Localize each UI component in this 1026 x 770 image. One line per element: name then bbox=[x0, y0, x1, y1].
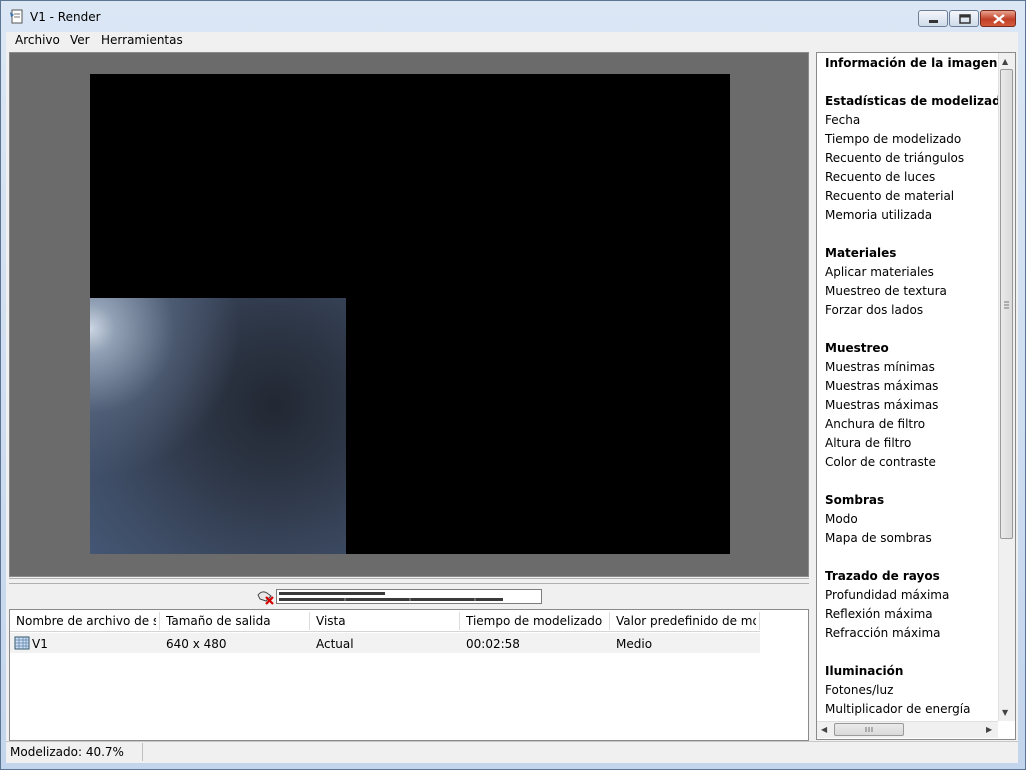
info-item: Reflexión máxima bbox=[825, 607, 933, 621]
minimize-button[interactable] bbox=[918, 10, 948, 27]
column-header-filename[interactable]: Nombre de archivo de s... bbox=[16, 614, 156, 628]
menu-ver[interactable]: Ver bbox=[70, 33, 90, 47]
info-item: Memoria utilizada bbox=[825, 208, 933, 222]
vertical-scroll-thumb[interactable] bbox=[1000, 69, 1013, 539]
info-item: Fecha bbox=[825, 113, 861, 127]
rendered-tile bbox=[90, 298, 346, 554]
cell-view: Actual bbox=[316, 637, 354, 651]
section-header-raytracing: Trazado de rayos bbox=[825, 569, 940, 583]
status-bar bbox=[6, 741, 1018, 763]
info-item: Altura de filtro bbox=[825, 436, 912, 450]
column-divider[interactable] bbox=[459, 612, 460, 630]
info-item: Anchura de filtro bbox=[825, 417, 926, 431]
info-item: Aplicar materiales bbox=[825, 265, 934, 279]
title-bar[interactable] bbox=[0, 0, 1024, 32]
horizontal-scroll-thumb[interactable] bbox=[834, 723, 904, 736]
cell-preset: Medio bbox=[616, 637, 653, 651]
status-text: Modelizado: 40.7% bbox=[10, 745, 124, 759]
info-item: Profundidad máxima bbox=[825, 588, 950, 602]
column-divider[interactable] bbox=[309, 612, 310, 630]
info-item: Color de contraste bbox=[825, 455, 936, 469]
scroll-right-arrow-icon[interactable]: ▶ bbox=[986, 725, 992, 734]
cell-filename: V1 bbox=[32, 637, 48, 651]
menu-archivo[interactable]: Archivo bbox=[15, 33, 60, 47]
info-item: Recuento de luces bbox=[825, 170, 936, 184]
section-header-sampling: Muestreo bbox=[825, 341, 889, 355]
window-title: V1 - Render bbox=[30, 10, 101, 24]
maximize-button[interactable] bbox=[949, 10, 979, 27]
render-app-icon[interactable] bbox=[9, 9, 25, 25]
info-item: Refracción máxima bbox=[825, 626, 941, 640]
scroll-left-arrow-icon[interactable]: ◀ bbox=[821, 725, 827, 734]
section-header-render-stats: Estadísticas de modelizado bbox=[825, 94, 1009, 108]
info-item: Muestreo de textura bbox=[825, 284, 947, 298]
column-header-view[interactable]: Vista bbox=[316, 614, 456, 628]
info-panel-title: Información de la imagen bbox=[825, 56, 998, 70]
info-item: Recuento de material bbox=[825, 189, 955, 203]
progress-fill-current bbox=[279, 592, 385, 595]
info-item: Muestras máximas bbox=[825, 398, 939, 412]
scroll-up-arrow-icon[interactable]: ▲ bbox=[1002, 57, 1008, 66]
image-info-panel[interactable]: Información de la imagen Estadísticas de… bbox=[816, 52, 1016, 740]
minimize-icon bbox=[929, 20, 938, 23]
info-item: Forzar dos lados bbox=[825, 303, 924, 317]
column-header-preset[interactable]: Valor predefinido de mo... bbox=[616, 614, 756, 628]
column-divider[interactable] bbox=[159, 612, 160, 630]
info-item: Tiempo de modelizado bbox=[825, 132, 962, 146]
info-item: Modo bbox=[825, 512, 858, 526]
status-divider bbox=[142, 743, 143, 761]
cell-render-time: 00:02:58 bbox=[466, 637, 520, 651]
render-progress-bar bbox=[276, 589, 542, 604]
column-divider[interactable] bbox=[759, 612, 760, 630]
info-item: Fotones/luz bbox=[825, 683, 894, 697]
info-item: Mapa de sombras bbox=[825, 531, 932, 545]
cell-size: 640 x 480 bbox=[166, 637, 227, 651]
section-header-shadows: Sombras bbox=[825, 493, 885, 507]
section-header-lighting: Iluminación bbox=[825, 664, 904, 678]
progress-fill-total bbox=[279, 598, 503, 601]
cancel-render-icon[interactable] bbox=[256, 587, 276, 607]
render-job-icon bbox=[14, 636, 30, 650]
info-item: Muestras mínimas bbox=[825, 360, 935, 374]
restore-icon bbox=[959, 14, 971, 24]
menu-herramientas[interactable]: Herramientas bbox=[101, 33, 183, 47]
column-divider[interactable] bbox=[609, 612, 610, 630]
close-icon bbox=[993, 14, 1005, 24]
info-item: Multiplicador de energía bbox=[825, 702, 971, 716]
section-header-materials: Materiales bbox=[825, 246, 897, 260]
column-header-render-time[interactable]: Tiempo de modelizado bbox=[466, 614, 606, 628]
scroll-down-arrow-icon[interactable]: ▼ bbox=[1002, 708, 1008, 717]
info-item: Muestras máximas bbox=[825, 379, 939, 393]
column-header-size[interactable]: Tamaño de salida bbox=[166, 614, 306, 628]
info-item: Recuento de triángulos bbox=[825, 151, 965, 165]
close-button[interactable] bbox=[980, 10, 1016, 27]
